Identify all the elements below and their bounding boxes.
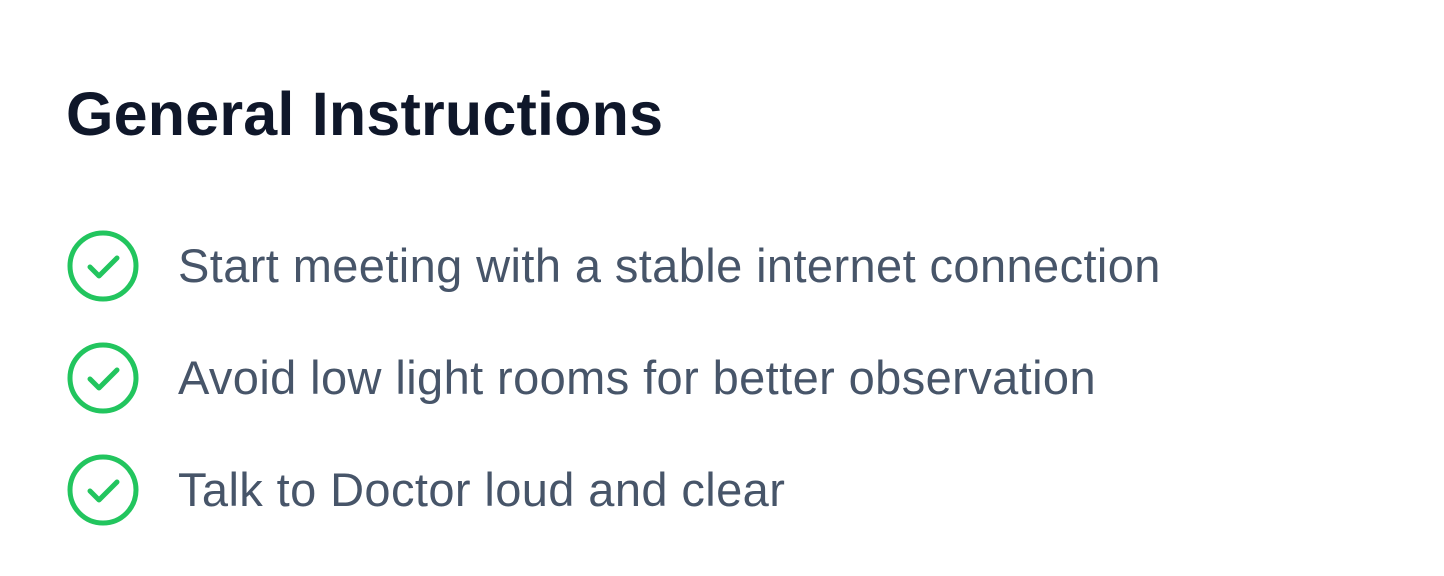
general-instructions-card: General Instructions Start meeting with … [0, 0, 1444, 576]
check-circle-icon [66, 229, 140, 303]
instructions-title: General Instructions [66, 80, 664, 148]
instruction-text: Talk to Doctor loud and clear [178, 463, 786, 516]
instruction-text: Avoid low light rooms for better observa… [178, 351, 1097, 404]
check-circle-icon [66, 453, 140, 527]
instruction-item: Start meeting with a stable internet con… [66, 210, 1444, 322]
instruction-text: Start meeting with a stable internet con… [178, 239, 1161, 292]
instruction-item: Avoid low light rooms for better observa… [66, 322, 1444, 434]
instructions-list: Start meeting with a stable internet con… [66, 210, 1444, 546]
check-circle-icon [66, 341, 140, 415]
instruction-item: Talk to Doctor loud and clear [66, 434, 1444, 546]
